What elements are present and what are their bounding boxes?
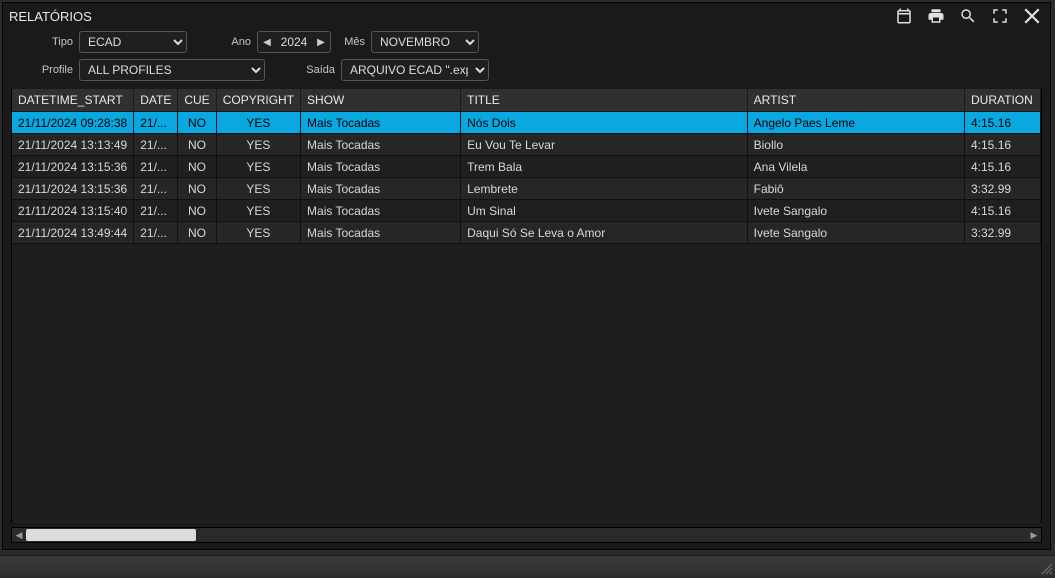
year-stepper[interactable]: ◀ 2024 ▶ [257, 31, 331, 53]
horizontal-scrollbar[interactable]: ◀ ▶ [11, 527, 1042, 543]
statusbar [0, 555, 1055, 577]
table-row[interactable]: 21/11/2024 13:49:4421/...NOYESMais Tocad… [12, 222, 1041, 244]
col-date[interactable]: DATE [134, 89, 178, 112]
cell-dt: 21/11/2024 13:15:36 [12, 178, 134, 200]
close-icon[interactable] [1022, 6, 1042, 26]
year-prev-icon[interactable]: ◀ [258, 37, 276, 48]
cell-cue: NO [178, 178, 216, 200]
mes-select[interactable]: NOVEMBRO [371, 31, 479, 53]
cell-show: Mais Tocadas [301, 200, 461, 222]
cell-cue: NO [178, 134, 216, 156]
tipo-select[interactable]: ECAD [79, 31, 187, 53]
col-title[interactable]: TITLE [461, 89, 748, 112]
cell-dt: 21/11/2024 13:15:36 [12, 156, 134, 178]
cell-show: Mais Tocadas [301, 134, 461, 156]
cell-title: Um Sinal [461, 200, 748, 222]
resize-grip-icon[interactable] [1039, 561, 1053, 575]
year-next-icon[interactable]: ▶ [312, 37, 330, 48]
cell-dt: 21/11/2024 09:28:38 [12, 112, 134, 134]
titlebar-actions [894, 6, 1042, 26]
cell-dt: 21/11/2024 13:13:49 [12, 134, 134, 156]
reports-table[interactable]: DATETIME_START DATE CUE COPYRIGHT SHOW T… [12, 89, 1041, 244]
cell-title: Lembrete [461, 178, 748, 200]
cell-artist: Fabiô [747, 178, 964, 200]
mes-label: Mês [337, 36, 365, 48]
cell-artist: Ana Vilela [747, 156, 964, 178]
table-area: DATETIME_START DATE CUE COPYRIGHT SHOW T… [11, 89, 1042, 523]
cell-cue: NO [178, 112, 216, 134]
cell-dur: 3:32.99 [965, 178, 1041, 200]
cell-dur: 3:32.99 [965, 222, 1041, 244]
cell-copy: YES [216, 178, 300, 200]
table-header-row[interactable]: DATETIME_START DATE CUE COPYRIGHT SHOW T… [12, 89, 1041, 112]
scroll-left-icon[interactable]: ◀ [12, 530, 26, 541]
cell-dur: 4:15.16 [965, 200, 1041, 222]
cell-artist: Angelo Paes Leme [747, 112, 964, 134]
table-row[interactable]: 21/11/2024 13:13:4921/...NOYESMais Tocad… [12, 134, 1041, 156]
cell-cue: NO [178, 156, 216, 178]
col-copyright[interactable]: COPYRIGHT [216, 89, 300, 112]
cell-copy: YES [216, 156, 300, 178]
cell-artist: Biollo [747, 134, 964, 156]
filter-row-1: Tipo ECAD Ano ◀ 2024 ▶ Mês NOVEMBRO [11, 31, 1042, 53]
table-row[interactable]: 21/11/2024 13:15:3621/...NOYESMais Tocad… [12, 178, 1041, 200]
fullscreen-icon[interactable] [990, 6, 1010, 26]
filter-bar: Tipo ECAD Ano ◀ 2024 ▶ Mês NOVEMBRO Prof… [3, 29, 1050, 89]
cell-title: Daqui Só Se Leva o Amor [461, 222, 748, 244]
saida-select[interactable]: ARQUIVO ECAD ".exp" [341, 59, 489, 81]
cell-dur: 4:15.16 [965, 112, 1041, 134]
table-row[interactable]: 21/11/2024 09:28:3821/...NOYESMais Tocad… [12, 112, 1041, 134]
col-artist[interactable]: ARTIST [747, 89, 964, 112]
cell-cue: NO [178, 222, 216, 244]
cell-copy: YES [216, 112, 300, 134]
reports-window: RELATÓRIOS Tipo ECAD Ano [2, 2, 1051, 550]
cell-date: 21/... [134, 134, 178, 156]
scrollbar-thumb[interactable] [26, 529, 196, 541]
col-datetime-start[interactable]: DATETIME_START [12, 89, 134, 112]
cell-artist: Ivete Sangalo [747, 222, 964, 244]
cell-title: Eu Vou Te Levar [461, 134, 748, 156]
cell-title: Nós Dois [461, 112, 748, 134]
cell-copy: YES [216, 200, 300, 222]
cell-dur: 4:15.16 [965, 134, 1041, 156]
cell-artist: Ivete Sangalo [747, 200, 964, 222]
cell-show: Mais Tocadas [301, 222, 461, 244]
saida-label: Saída [295, 64, 335, 76]
window-title: RELATÓRIOS [9, 9, 92, 24]
titlebar: RELATÓRIOS [3, 3, 1050, 29]
table-row[interactable]: 21/11/2024 13:15:3621/...NOYESMais Tocad… [12, 156, 1041, 178]
profile-select[interactable]: ALL PROFILES [79, 59, 265, 81]
table-row[interactable]: 21/11/2024 13:15:4021/...NOYESMais Tocad… [12, 200, 1041, 222]
col-show[interactable]: SHOW [301, 89, 461, 112]
cell-copy: YES [216, 134, 300, 156]
cell-date: 21/... [134, 178, 178, 200]
tipo-label: Tipo [11, 36, 73, 48]
cell-cue: NO [178, 200, 216, 222]
cell-date: 21/... [134, 222, 178, 244]
cell-copy: YES [216, 222, 300, 244]
calendar-icon[interactable] [894, 6, 914, 26]
cell-dt: 21/11/2024 13:49:44 [12, 222, 134, 244]
scroll-right-icon[interactable]: ▶ [1027, 530, 1041, 541]
search-icon[interactable] [958, 6, 978, 26]
scrollbar-track[interactable] [26, 528, 1027, 542]
cell-date: 21/... [134, 156, 178, 178]
cell-show: Mais Tocadas [301, 178, 461, 200]
cell-dt: 21/11/2024 13:15:40 [12, 200, 134, 222]
cell-date: 21/... [134, 200, 178, 222]
cell-show: Mais Tocadas [301, 112, 461, 134]
cell-date: 21/... [134, 112, 178, 134]
print-icon[interactable] [926, 6, 946, 26]
cell-title: Trem Bala [461, 156, 748, 178]
col-cue[interactable]: CUE [178, 89, 216, 112]
cell-dur: 4:15.16 [965, 156, 1041, 178]
col-duration[interactable]: DURATION [965, 89, 1041, 112]
filter-row-2: Profile ALL PROFILES Saída ARQUIVO ECAD … [11, 59, 1042, 81]
cell-show: Mais Tocadas [301, 156, 461, 178]
ano-label: Ano [223, 36, 251, 48]
profile-label: Profile [11, 64, 73, 76]
year-value: 2024 [276, 35, 312, 49]
